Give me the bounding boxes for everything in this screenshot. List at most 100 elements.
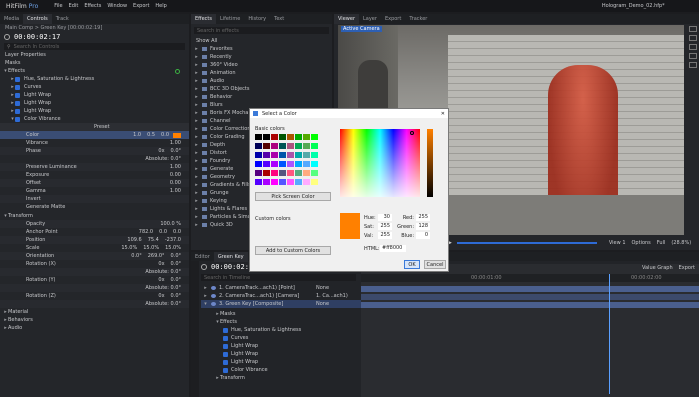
export-button[interactable]: Export [679, 265, 695, 271]
value-slider[interactable] [427, 129, 433, 197]
expand-category-icon[interactable]: ▸ [194, 86, 199, 92]
tab-editor[interactable]: Editor [191, 252, 214, 262]
basic-color-swatch[interactable] [279, 143, 286, 149]
property-value[interactable]: 0.0 [173, 229, 181, 235]
property-row[interactable]: Vibrance 1.00 [0, 139, 189, 147]
effect-row[interactable]: ▸ Light Wrap [0, 91, 189, 99]
tab-lifetime[interactable]: Lifetime [216, 14, 244, 24]
effect-category[interactable]: ▸ Favorites [191, 45, 332, 53]
section-material[interactable]: Material [8, 309, 28, 315]
viewer-tool-icon[interactable] [689, 26, 697, 32]
tab-effects[interactable]: Effects [191, 14, 216, 24]
basic-color-swatch[interactable] [287, 152, 294, 158]
property-row[interactable]: Invert [0, 195, 189, 203]
property-value[interactable]: 0x [158, 293, 164, 299]
custom-color-swatch[interactable] [309, 224, 317, 231]
basic-color-swatch[interactable] [255, 134, 262, 140]
property-row[interactable]: Scale 15.0% 15.0% 15.0% [0, 244, 189, 252]
timeline-tracks[interactable]: Value Graph Export 00:00:01:00 00:00:02:… [361, 264, 699, 397]
expand-category-icon[interactable]: ▸ [194, 134, 199, 140]
basic-color-swatch[interactable] [287, 134, 294, 140]
basic-color-swatch[interactable] [255, 143, 262, 149]
basic-color-swatch[interactable] [271, 170, 278, 176]
basic-color-swatch[interactable] [271, 134, 278, 140]
basic-color-swatch[interactable] [311, 170, 318, 176]
tab-export[interactable]: Export [381, 14, 405, 24]
basic-color-swatch[interactable] [303, 170, 310, 176]
controls-search-input[interactable]: Search In Controls [14, 44, 60, 50]
property-row[interactable]: Preserve Luminance 1.00 [0, 163, 189, 171]
effect-checkbox[interactable] [223, 351, 228, 357]
menu-export[interactable]: Export [133, 3, 149, 9]
basic-color-swatch[interactable] [263, 152, 270, 158]
timeline-sub-row[interactable]: Curves [201, 334, 361, 342]
basic-color-swatch[interactable] [303, 161, 310, 167]
property-value[interactable]: 0.5 [147, 132, 155, 138]
sat-field[interactable]: 255 [378, 223, 392, 230]
effect-category[interactable]: ▸ Recently [191, 53, 332, 61]
basic-color-swatch[interactable] [303, 179, 310, 185]
custom-color-swatch[interactable] [282, 234, 290, 241]
tab-green-key[interactable]: Green Key [213, 251, 248, 262]
tab-tracker[interactable]: Tracker [405, 14, 431, 24]
timeline-layer-row[interactable]: ▾ 3. Green Key [Composite] None [201, 300, 361, 308]
timeline-layer-row[interactable]: ▸ 1. CameraTrack...ach1) [Point] None [201, 284, 361, 292]
html-field[interactable]: #ff8000 [380, 245, 406, 252]
effect-checkbox[interactable] [223, 343, 228, 349]
basic-color-swatch[interactable] [303, 134, 310, 140]
basic-color-swatch[interactable] [311, 152, 318, 158]
parent-dropdown[interactable]: None [316, 301, 329, 307]
basic-color-swatch[interactable] [255, 161, 262, 167]
expand-category-icon[interactable]: ▸ [194, 54, 199, 60]
effects-search-input[interactable]: Search in effects [197, 28, 239, 34]
expand-category-icon[interactable]: ▸ [194, 62, 199, 68]
parent-dropdown[interactable]: None [316, 285, 329, 291]
expand-category-icon[interactable]: ▸ [194, 198, 199, 204]
timeline-sub-row[interactable]: Light Wrap [201, 350, 361, 358]
property-row[interactable]: Absolute: 0.0° [0, 155, 189, 163]
effect-checkbox[interactable] [223, 327, 228, 333]
custom-color-swatch[interactable] [273, 224, 281, 231]
property-row[interactable]: Position 109.6 75.4 -237.0 [0, 236, 189, 244]
viewer-tool-icon[interactable] [689, 44, 697, 50]
basic-color-swatch[interactable] [255, 152, 262, 158]
property-value[interactable]: 0x [158, 148, 164, 154]
effect-checkbox[interactable] [223, 367, 228, 373]
dialog-close-icon[interactable]: ✕ [441, 111, 445, 117]
custom-color-swatch[interactable] [255, 234, 263, 241]
expand-category-icon[interactable]: ▸ [194, 102, 199, 108]
property-value[interactable]: 1.00 [170, 164, 181, 170]
custom-color-swatch[interactable] [273, 234, 281, 241]
property-value[interactable]: 1.00 [170, 140, 181, 146]
property-row[interactable]: Absolute: 0.0° [0, 268, 189, 276]
property-value[interactable]: 0x [158, 261, 164, 267]
effect-row[interactable]: ▸ Light Wrap [0, 107, 189, 115]
timeline-search-input[interactable]: Search in Timeline [204, 275, 250, 281]
property-value[interactable]: 0.00 [170, 180, 181, 186]
custom-color-swatch[interactable] [291, 234, 299, 241]
tab-controls[interactable]: Controls [23, 14, 52, 24]
controls-timecode[interactable]: 00:00:02:17 [14, 33, 60, 41]
basic-color-swatch[interactable] [279, 152, 286, 158]
effect-checkbox[interactable] [15, 100, 20, 106]
spectrum-crosshair[interactable] [410, 131, 414, 135]
property-value[interactable]: 0.0° [171, 253, 181, 259]
property-row[interactable]: Color 1.0 0.5 0.0 [0, 131, 189, 139]
menu-edit[interactable]: Edit [69, 3, 79, 9]
basic-color-swatch[interactable] [287, 179, 294, 185]
property-row[interactable]: Generate Matte [0, 203, 189, 211]
track-bar[interactable] [361, 294, 699, 300]
menu-effects[interactable]: Effects [84, 3, 101, 9]
property-row[interactable]: Exposure 0.00 [0, 171, 189, 179]
effect-row[interactable]: ▸ Curves [0, 83, 189, 91]
tab-viewer[interactable]: Viewer [334, 14, 359, 24]
property-row[interactable]: Phase 0x 0.0° [0, 147, 189, 155]
property-row[interactable]: Rotation (Y) 0x 0.0° [0, 276, 189, 284]
track-bar[interactable] [361, 286, 699, 292]
property-value[interactable]: 1.0 [133, 132, 141, 138]
timeline-sub-row[interactable]: ▸ Masks [201, 310, 361, 318]
effect-category[interactable]: ▸ BCC 3D Objects [191, 85, 332, 93]
basic-color-swatch[interactable] [295, 170, 302, 176]
timeline-ruler[interactable]: 00:00:01:00 00:00:02:00 [361, 274, 699, 282]
basic-color-swatch[interactable] [303, 143, 310, 149]
